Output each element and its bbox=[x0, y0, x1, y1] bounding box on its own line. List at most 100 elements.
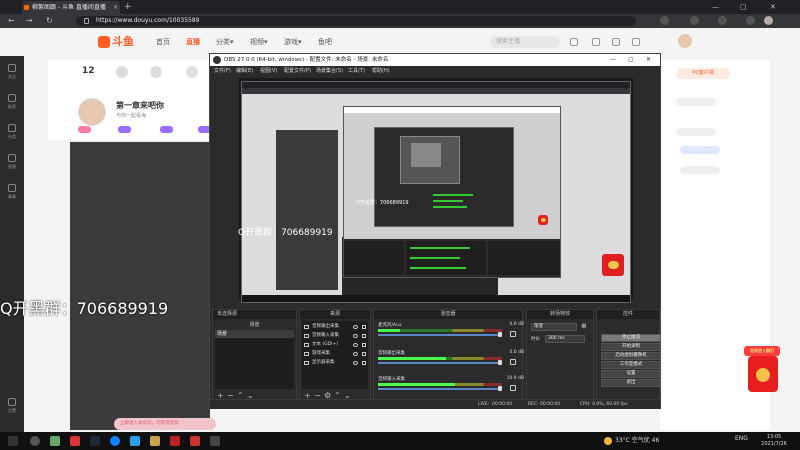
settings-button[interactable]: 设置 bbox=[601, 370, 661, 378]
app-icon[interactable] bbox=[50, 436, 60, 446]
new-tab-button[interactable]: + bbox=[124, 1, 132, 13]
wave-icon[interactable] bbox=[150, 66, 162, 78]
maximize-icon[interactable]: ▢ bbox=[628, 54, 634, 66]
menu-tools[interactable]: 工具(T) bbox=[348, 66, 365, 76]
maximize-icon[interactable]: ▢ bbox=[740, 1, 747, 13]
speaker-icon[interactable] bbox=[510, 385, 516, 391]
source-item[interactable]: 音频输出采集 bbox=[302, 323, 368, 331]
close-icon[interactable]: ✕ bbox=[646, 54, 651, 66]
pc-client-button[interactable]: PC客户端 bbox=[676, 68, 730, 79]
nav-video[interactable]: 视频▾ bbox=[250, 36, 268, 48]
lock-icon[interactable] bbox=[362, 325, 366, 329]
sidebar-item-recommend[interactable]: 推荐 bbox=[0, 92, 24, 114]
back-icon[interactable]: ← bbox=[8, 15, 15, 27]
nav-live[interactable]: 直播 bbox=[186, 36, 200, 48]
speaker-icon[interactable] bbox=[510, 359, 516, 365]
search-icon[interactable] bbox=[30, 436, 40, 446]
source-item[interactable]: 显示器采集 bbox=[302, 359, 368, 367]
minimize-icon[interactable]: — bbox=[712, 1, 719, 13]
sidebar-item-match[interactable]: 赛事 bbox=[0, 182, 24, 204]
promo-widget[interactable]: 狂欢送入群们 bbox=[744, 346, 780, 394]
sidebar-item-settings[interactable]: 设置 bbox=[0, 396, 24, 418]
menu-profile[interactable]: 配置文件(P) bbox=[284, 66, 311, 76]
app-icon[interactable] bbox=[170, 436, 180, 446]
source-item[interactable]: 文本 (GDI+) bbox=[302, 341, 368, 349]
minimize-icon[interactable]: — bbox=[610, 54, 616, 66]
lang-indicator[interactable]: ENG bbox=[735, 435, 748, 442]
user-avatar[interactable] bbox=[678, 34, 692, 48]
menu-view[interactable]: 视图(V) bbox=[260, 66, 277, 76]
chat-bubble[interactable]: 立即进入本房间，可获得奖励 bbox=[114, 418, 216, 430]
volume-slider[interactable] bbox=[378, 388, 502, 390]
nav-home[interactable]: 首页 bbox=[156, 36, 170, 48]
streamer-avatar[interactable] bbox=[78, 98, 106, 126]
app-icon[interactable] bbox=[70, 436, 80, 446]
volume-slider[interactable] bbox=[378, 362, 502, 364]
lock-icon[interactable] bbox=[362, 352, 366, 356]
reload-icon[interactable]: ↻ bbox=[46, 15, 53, 27]
download-icon[interactable] bbox=[632, 38, 640, 46]
lock-icon[interactable] bbox=[362, 343, 366, 347]
favorites-icon[interactable] bbox=[690, 16, 699, 25]
speaker-icon[interactable] bbox=[510, 331, 516, 337]
follow-icon[interactable] bbox=[592, 38, 600, 46]
eye-icon[interactable] bbox=[353, 334, 358, 338]
search-input[interactable]: 搜索主播 bbox=[490, 36, 560, 48]
address-bar[interactable]: https://www.douyu.com/10035589 bbox=[76, 16, 636, 26]
sidebar-item-follow[interactable]: 关注 bbox=[0, 62, 24, 84]
start-recording-button[interactable]: 开始录制 bbox=[601, 343, 661, 351]
start-icon[interactable] bbox=[8, 436, 18, 446]
add-transition-button[interactable]: ⊕ bbox=[581, 322, 587, 331]
message-icon[interactable] bbox=[612, 38, 620, 46]
virtual-camera-button[interactable]: 启动虚拟摄像机 bbox=[601, 352, 661, 360]
menu-file[interactable]: 文件(F) bbox=[214, 66, 231, 76]
app-icon[interactable] bbox=[150, 436, 160, 446]
duration-input[interactable]: 300 ms bbox=[545, 335, 585, 343]
profile-avatar[interactable] bbox=[764, 16, 773, 25]
fan-icon[interactable] bbox=[186, 66, 198, 78]
close-window-icon[interactable]: ✕ bbox=[770, 1, 776, 13]
video-player[interactable] bbox=[70, 142, 210, 430]
browser-tab[interactable]: 柳絮阁跟 - 斗鱼 直播间直播 × bbox=[22, 1, 120, 14]
gift-icon[interactable] bbox=[116, 66, 128, 78]
source-item[interactable]: 音频输入采集 bbox=[302, 332, 368, 340]
menu-scene-collection[interactable]: 场景集合(S) bbox=[316, 66, 343, 76]
nav-category[interactable]: 分类▾ bbox=[216, 36, 234, 48]
sidebar-item-category[interactable]: 分类 bbox=[0, 122, 24, 144]
sidebar-item-live[interactable]: 直播 bbox=[0, 152, 24, 174]
volume-knob[interactable] bbox=[498, 386, 502, 391]
lock-icon[interactable] bbox=[362, 334, 366, 338]
app-icon[interactable] bbox=[130, 436, 140, 446]
exit-button[interactable]: 退出 bbox=[601, 379, 661, 387]
studio-mode-button[interactable]: 工作室模式 bbox=[601, 361, 661, 369]
nav-fishbar[interactable]: 鱼吧 bbox=[318, 36, 332, 48]
menu-edit[interactable]: 编辑(E) bbox=[236, 66, 253, 76]
eye-icon[interactable] bbox=[353, 361, 358, 365]
steam-icon[interactable] bbox=[90, 436, 100, 446]
clock[interactable]: 13:05 2021/7/26 bbox=[752, 434, 796, 448]
shield-icon[interactable] bbox=[746, 16, 755, 25]
eye-icon[interactable] bbox=[353, 352, 358, 356]
lock-icon[interactable] bbox=[362, 361, 366, 365]
close-icon[interactable]: × bbox=[113, 1, 118, 14]
menu-help[interactable]: 帮助(H) bbox=[372, 66, 390, 76]
eye-icon[interactable] bbox=[353, 325, 358, 329]
volume-knob[interactable] bbox=[498, 360, 502, 365]
scene-item[interactable]: 场景 bbox=[215, 330, 294, 338]
extension-icon[interactable] bbox=[660, 16, 669, 25]
volume-knob[interactable] bbox=[498, 332, 502, 337]
source-item[interactable]: 游戏采集 bbox=[302, 350, 368, 358]
history-icon[interactable] bbox=[570, 38, 578, 46]
douyu-logo[interactable]: 斗鱼 bbox=[98, 34, 140, 50]
nav-game[interactable]: 游戏▾ bbox=[284, 36, 302, 48]
stop-streaming-button[interactable]: 停止推流 bbox=[601, 334, 661, 342]
edge-icon[interactable] bbox=[110, 436, 120, 446]
volume-slider[interactable] bbox=[378, 334, 502, 336]
app-icon[interactable] bbox=[190, 436, 200, 446]
collections-icon[interactable] bbox=[718, 16, 727, 25]
forward-icon[interactable]: → bbox=[26, 15, 33, 27]
transition-select[interactable]: 渐变 bbox=[531, 323, 577, 331]
eye-icon[interactable] bbox=[353, 343, 358, 347]
weather-text[interactable]: 33°C 空气优 46 bbox=[615, 435, 659, 444]
obs-icon[interactable] bbox=[210, 436, 220, 446]
